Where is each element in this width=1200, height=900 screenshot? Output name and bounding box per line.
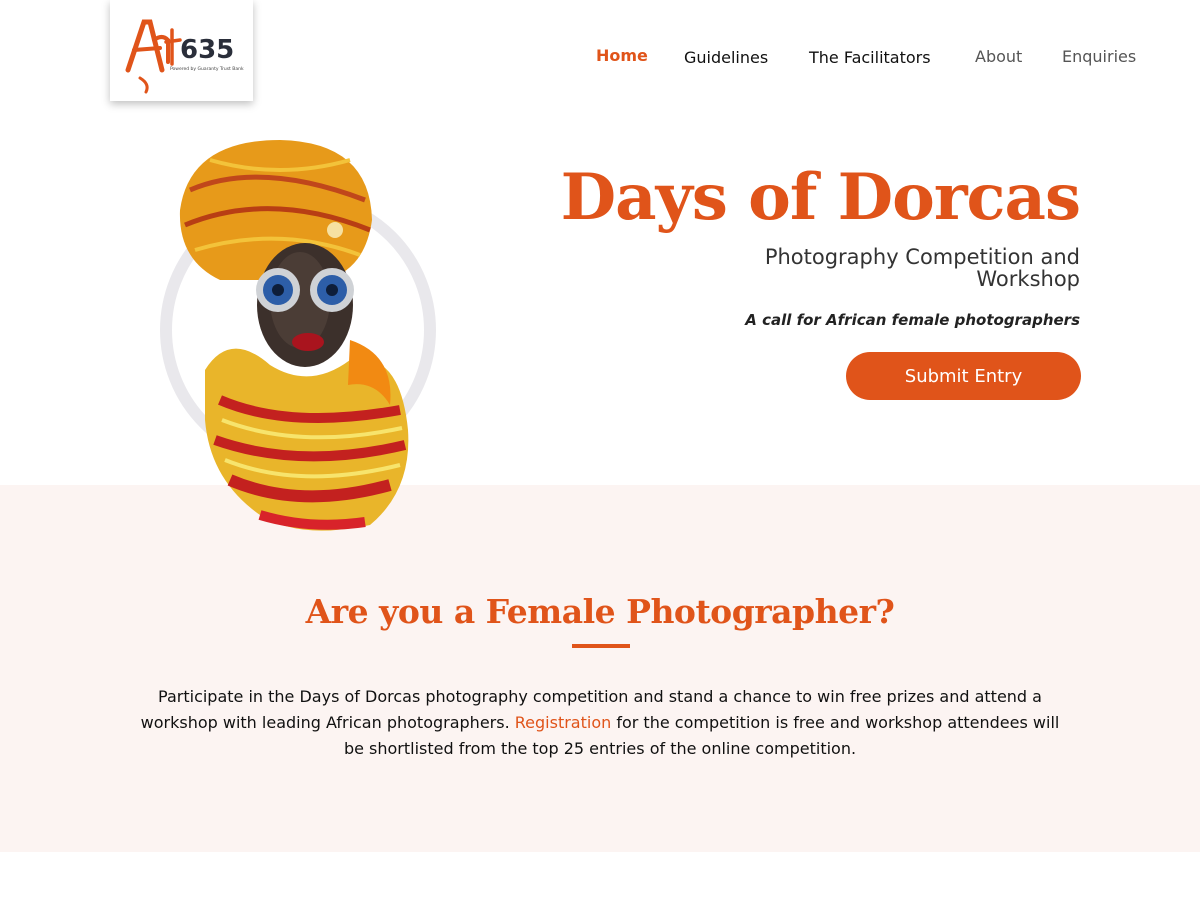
hero-portrait [150, 130, 450, 550]
hero-tagline: A call for African female photographers [745, 311, 1080, 329]
portrait-illustration-icon [160, 140, 436, 531]
submit-entry-button[interactable]: Submit Entry [846, 352, 1081, 400]
hero-title: Days of Dorcas [560, 160, 1081, 235]
nav-item-enquiries[interactable]: Enquiries [1062, 47, 1136, 66]
nav-item-home[interactable]: Home [596, 46, 648, 65]
nav-item-about[interactable]: About [975, 47, 1022, 66]
main-nav: Home Guidelines The Facilitators About E… [0, 0, 1200, 110]
nav-item-guidelines[interactable]: Guidelines [684, 48, 768, 67]
title-divider [572, 644, 630, 648]
hero-subtitle: Photography Competition and Workshop [764, 245, 1080, 291]
section-body: Participate in the Days of Dorcas photog… [130, 684, 1070, 762]
nav-item-the-facilitators[interactable]: The Facilitators [809, 48, 931, 67]
section-title: Are you a Female Photographer? [305, 592, 895, 631]
registration-link[interactable]: Registration [515, 713, 611, 732]
